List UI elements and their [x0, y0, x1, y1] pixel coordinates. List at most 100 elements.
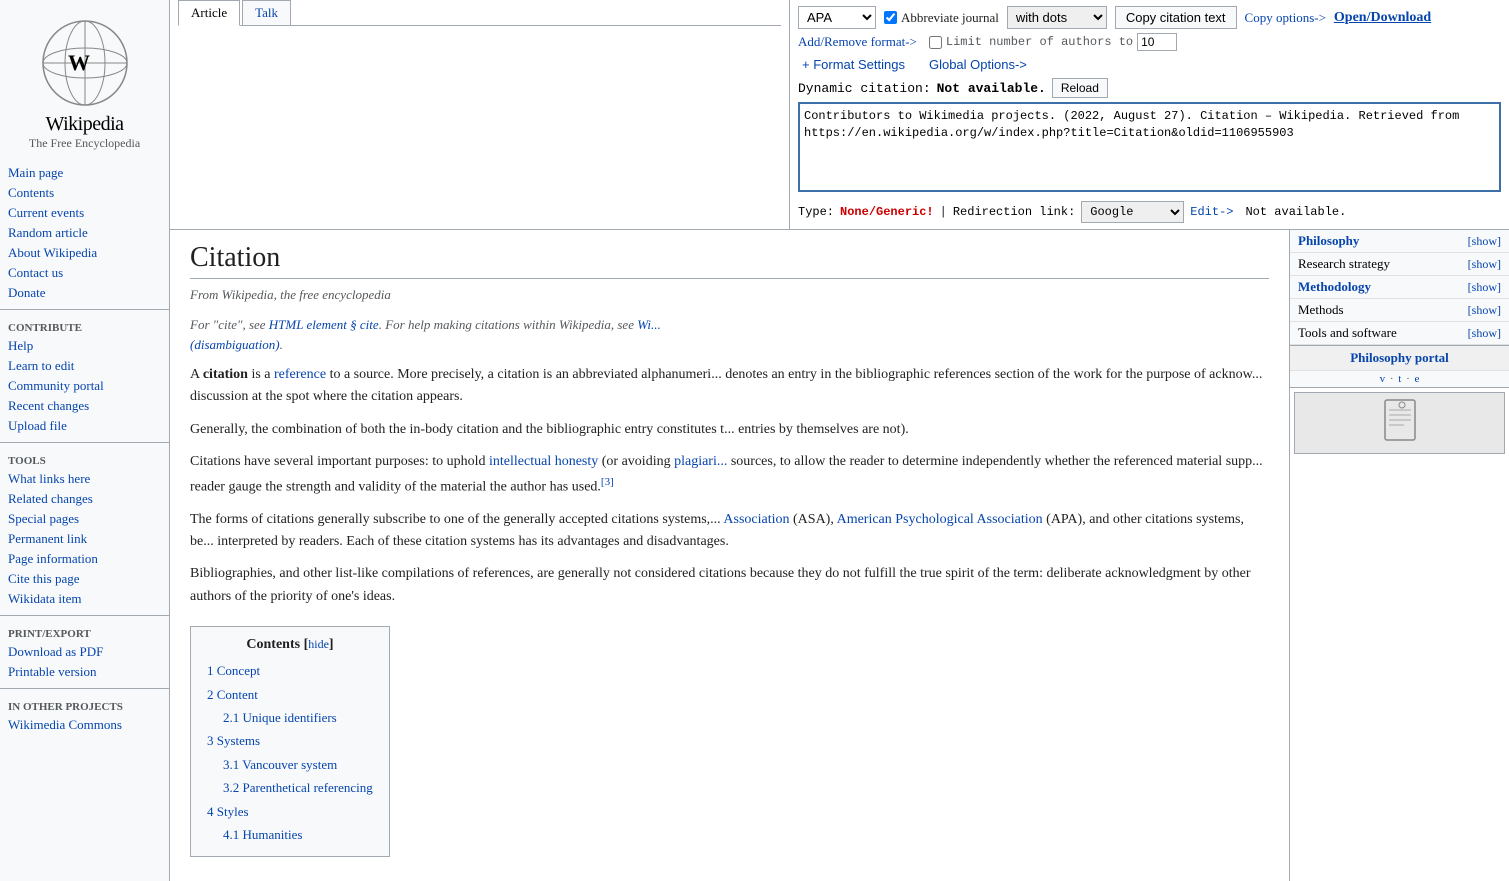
redirect-label: Redirection link:: [953, 205, 1075, 219]
sidebar-item-printable-version[interactable]: Printable version: [0, 662, 169, 682]
tab-talk[interactable]: Talk: [242, 0, 291, 25]
wiki-cite-link[interactable]: Wi...: [637, 317, 660, 332]
plagiarism-link[interactable]: plagiari...: [674, 454, 727, 469]
sidebar-item-donate[interactable]: Donate: [0, 283, 169, 303]
sr-show-tools[interactable]: [show]: [1468, 326, 1501, 341]
redirect-select[interactable]: Google Bing DuckDuckGo: [1081, 201, 1184, 223]
sr-label-tools: Tools and software: [1298, 325, 1397, 341]
intellectual-honesty-link[interactable]: intellectual honesty: [489, 454, 598, 469]
apa-link[interactable]: American Psychological Association: [837, 512, 1043, 527]
edit-link[interactable]: Edit->: [1190, 205, 1233, 219]
contribute-heading: Contribute: [0, 318, 169, 336]
dynamic-citation-label: Dynamic citation:: [798, 81, 931, 96]
sr-portal[interactable]: Philosophy portal: [1290, 345, 1509, 370]
sidebar-item-upload-file[interactable]: Upload file: [0, 416, 169, 436]
from-wiki: From Wikipedia, the free encyclopedia: [190, 287, 1269, 303]
tab-article[interactable]: Article: [178, 0, 240, 26]
contents-link-4[interactable]: 4 Styles: [207, 804, 249, 819]
sidebar-item-what-links-here[interactable]: What links here: [0, 469, 169, 489]
reference-link[interactable]: reference: [274, 367, 326, 382]
sr-show-philosophy[interactable]: [show]: [1468, 234, 1501, 249]
sr-label-research: Research strategy: [1298, 256, 1390, 272]
sidebar-item-help[interactable]: Help: [0, 336, 169, 356]
abbreviate-text: Abbreviate journal: [901, 10, 999, 26]
open-download-link[interactable]: Open/Download: [1334, 10, 1431, 26]
sidebar-right-row-0: Philosophy [show]: [1290, 230, 1509, 253]
list-item: 2.1 Unique identifiers: [207, 706, 373, 729]
nav-section-contribute: Contribute Help Learn to edit Community …: [0, 318, 169, 436]
article-intro: For "cite", see HTML element § cite. For…: [190, 315, 1269, 354]
sidebar-item-wikidata-item[interactable]: Wikidata item: [0, 589, 169, 609]
vtl-t-link[interactable]: t: [1398, 373, 1401, 385]
para-4: The forms of citations generally subscri…: [190, 509, 1269, 554]
sidebar-item-permanent-link[interactable]: Permanent link: [0, 529, 169, 549]
limit-authors-input[interactable]: [1137, 33, 1177, 51]
contents-hide-link[interactable]: hide: [308, 637, 329, 651]
sidebar-item-special-pages[interactable]: Special pages: [0, 509, 169, 529]
abbreviate-label[interactable]: Abbreviate journal: [884, 10, 999, 26]
add-remove-format-link[interactable]: Add/Remove format->: [798, 34, 917, 50]
disambiguation-link[interactable]: (disambiguation): [190, 337, 280, 352]
html-element-link[interactable]: HTML element § cite: [269, 317, 379, 332]
sidebar-item-download-pdf[interactable]: Download as PDF: [0, 642, 169, 662]
article-tabs: Article Talk: [178, 0, 781, 26]
copy-citation-button[interactable]: Copy citation text: [1115, 6, 1237, 29]
sr-show-research[interactable]: [show]: [1468, 257, 1501, 272]
vtl-e-link[interactable]: e: [1415, 373, 1420, 385]
citation-textarea[interactable]: Contributors to Wikimedia projects. (202…: [798, 102, 1501, 192]
pipe-separator: |: [940, 205, 947, 219]
copy-options-link[interactable]: Copy options->: [1245, 10, 1326, 26]
nav-section-main: Main page Contents Current events Random…: [0, 163, 169, 303]
citation-panel: APA MLA Chicago Harvard Abbreviate journ…: [790, 0, 1509, 229]
sidebar-item-cite-this-page[interactable]: Cite this page: [0, 569, 169, 589]
sidebar-item-about-wikipedia[interactable]: About Wikipedia: [0, 243, 169, 263]
global-options-button[interactable]: Global Options->: [925, 55, 1031, 74]
sidebar-item-learn-to-edit[interactable]: Learn to edit: [0, 356, 169, 376]
abbreviate-checkbox[interactable]: [884, 11, 897, 24]
format-select[interactable]: APA MLA Chicago Harvard: [798, 6, 876, 29]
contents-link-3[interactable]: 3 Systems: [207, 733, 260, 748]
sidebar-item-contact-us[interactable]: Contact us: [0, 263, 169, 283]
contents-link-31[interactable]: 3.1 Vancouver system: [223, 757, 337, 772]
sidebar-item-page-information[interactable]: Page information: [0, 549, 169, 569]
with-dots-select[interactable]: with dots without dots: [1007, 6, 1107, 29]
limit-authors-checkbox[interactable]: [929, 36, 942, 49]
list-item: 3.2 Parenthetical referencing: [207, 776, 373, 799]
sr-label-methodology[interactable]: Methodology: [1298, 279, 1371, 295]
sr-show-methodology[interactable]: [show]: [1468, 280, 1501, 295]
sidebar-item-contents[interactable]: Contents: [0, 183, 169, 203]
article-body: A citation is a reference to a source. M…: [190, 364, 1269, 869]
list-item: 3.1 Vancouver system: [207, 753, 373, 776]
tools-heading: Tools: [0, 451, 169, 469]
format-settings-button[interactable]: + Format Settings: [798, 55, 909, 74]
asa-link[interactable]: Association: [723, 512, 789, 527]
thumbnail-image: [1295, 393, 1504, 453]
reload-button[interactable]: Reload: [1052, 78, 1108, 98]
article-title: Citation: [190, 242, 1269, 279]
para-5: Bibliographies, and other list-like comp…: [190, 563, 1269, 608]
ref-3[interactable]: [3]: [601, 476, 614, 488]
sidebar-right-row-3: Methods [show]: [1290, 299, 1509, 322]
sidebar-item-random-article[interactable]: Random article: [0, 223, 169, 243]
contents-link-21[interactable]: 2.1 Unique identifiers: [223, 710, 337, 725]
sidebar-divider-2: [0, 442, 169, 443]
list-item: 2 Content: [207, 683, 373, 706]
sidebar-item-recent-changes[interactable]: Recent changes: [0, 396, 169, 416]
sidebar-item-community-portal[interactable]: Community portal: [0, 376, 169, 396]
sidebar-item-wikimedia-commons[interactable]: Wikimedia Commons: [0, 715, 169, 735]
vtl-v-link[interactable]: v: [1380, 373, 1386, 385]
nav-section-other-projects: In other projects Wikimedia Commons: [0, 697, 169, 735]
citation-textarea-wrapper: Contributors to Wikimedia projects. (202…: [798, 102, 1501, 197]
limit-authors-row: Limit number of authors to: [929, 33, 1177, 51]
sidebar-item-main-page[interactable]: Main page: [0, 163, 169, 183]
sr-label-philosophy[interactable]: Philosophy: [1298, 233, 1359, 249]
contents-link-1[interactable]: 1 Concept: [207, 663, 260, 678]
contents-link-2[interactable]: 2 Content: [207, 687, 258, 702]
sidebar-item-related-changes[interactable]: Related changes: [0, 489, 169, 509]
sidebar-item-current-events[interactable]: Current events: [0, 203, 169, 223]
type-row: Type: None/Generic! | Redirection link: …: [798, 201, 1501, 223]
sr-show-methods[interactable]: [show]: [1468, 303, 1501, 318]
sr-vtl: v · t · e: [1290, 370, 1509, 387]
contents-link-32[interactable]: 3.2 Parenthetical referencing: [223, 780, 373, 795]
contents-link-41[interactable]: 4.1 Humanities: [223, 827, 302, 842]
